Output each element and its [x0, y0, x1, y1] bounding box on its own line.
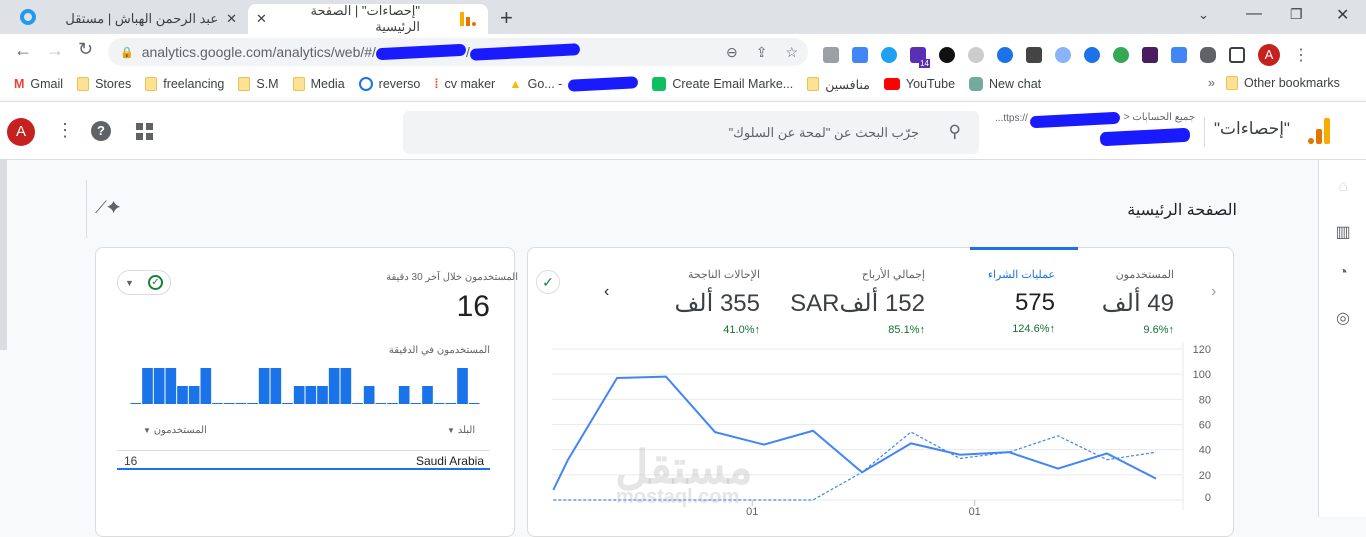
watermark-text: mostaql.com [616, 486, 739, 509]
x-tick-label: 01 [746, 506, 758, 517]
dropdown-arrow-icon: ▼ [143, 426, 151, 435]
users-cell: 16 [124, 454, 137, 468]
y-tick-label: 100 [1193, 369, 1211, 381]
users-column-header[interactable]: المستخدمون ▼ [143, 425, 207, 436]
y-tick-label: 80 [1199, 394, 1211, 406]
check-circle-icon: ✓ [148, 275, 163, 290]
y-tick-label: 40 [1199, 445, 1211, 457]
country-cell: Saudi Arabia [416, 454, 484, 468]
comparison-dropdown[interactable]: ▼✓ [117, 270, 171, 295]
y-tick-label: 120 [1193, 344, 1211, 356]
dropdown-arrow-icon: ▼ [125, 278, 134, 288]
y-tick-label: 0 [1205, 492, 1211, 504]
realtime-title: المستخدمون خلال آخر 30 دقيقة [386, 272, 518, 283]
per-minute-label: المستخدمون في الدقيقة [389, 345, 490, 356]
country-column-header[interactable]: البلد ▼ [447, 425, 475, 436]
y-tick-label: 60 [1199, 420, 1211, 432]
y-tick-label: 20 [1199, 470, 1211, 482]
realtime-value: 16 [457, 290, 490, 324]
table-row[interactable]: 16 Saudi Arabia [117, 451, 490, 470]
dropdown-arrow-icon: ▼ [447, 426, 455, 435]
x-tick-label: 01 [969, 506, 981, 517]
